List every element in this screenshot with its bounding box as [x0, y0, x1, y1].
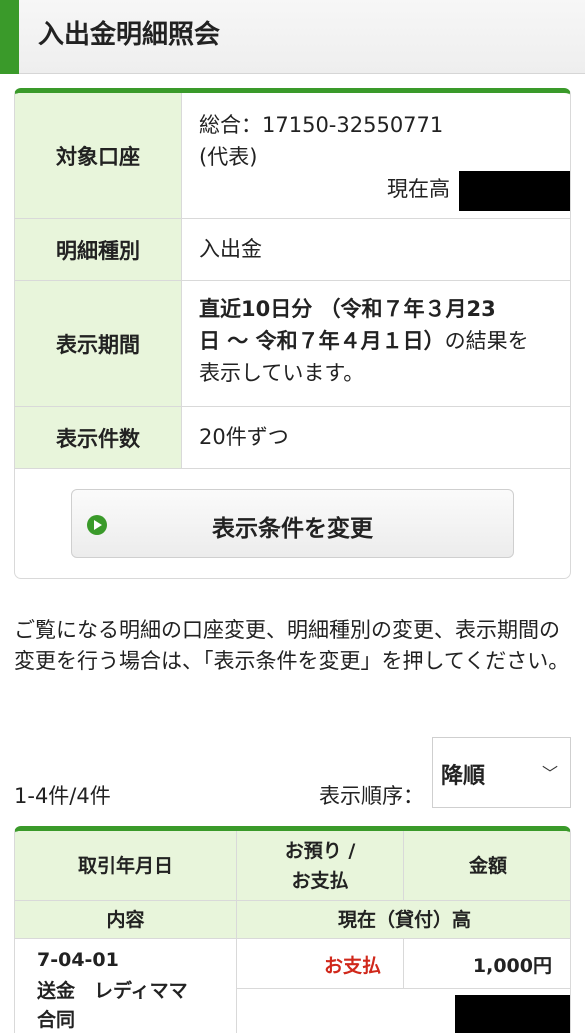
redacted-balance [459, 171, 570, 211]
transaction-description-line2: 合同 [37, 1009, 76, 1031]
column-header-type-line2: お支払 [291, 869, 349, 892]
account-label: 対象口座 [15, 93, 182, 218]
header-accent-bar [0, 0, 19, 74]
result-count: 1-4件/4件 [14, 784, 111, 808]
per-page-value: 20件ずつ [199, 425, 289, 449]
account-type: (代表) [199, 145, 258, 169]
table-row-amount-cell: 1,000円 [404, 939, 570, 989]
period-note: 表示しています。 [199, 361, 365, 385]
detail-type-row: 明細種別 入出金 [15, 219, 570, 281]
chevron-down-icon: ﹀ [541, 764, 558, 783]
redacted-row-balance [455, 995, 570, 1033]
table-row-type-cell: お支払 [237, 939, 404, 989]
table-row-content-cell: 7-04-01 送金 レディママ 合同 [15, 939, 237, 1033]
transaction-amount: 1,000円 [472, 955, 552, 977]
column-header-balance: 現在（貸付）高 [237, 901, 570, 939]
column-header-type: お預り / お支払 [237, 831, 404, 901]
column-header-date: 取引年月日 [15, 831, 237, 901]
detail-type-label: 明細種別 [15, 219, 182, 280]
conditions-panel: 対象口座 総合：17150-32550771 (代表) 現在高 明細種別 入出金… [14, 88, 571, 579]
period-label: 表示期間 [15, 281, 182, 406]
per-page-label: 表示件数 [15, 407, 182, 468]
sort-order-label: 表示順序： [319, 784, 424, 808]
per-page-row: 表示件数 20件ずつ [15, 407, 570, 469]
sort-order-value: 降順 [441, 764, 486, 789]
change-conditions-label: 表示条件を変更 [212, 516, 373, 542]
period-suffix: の結果を [444, 329, 529, 353]
column-header-content: 内容 [15, 901, 237, 939]
period-value: 直近10日分 （令和７年３月23 日 〜 令和７年４月１日）の結果を 表示してい… [199, 293, 559, 389]
page-title: 入出金明細照会 [38, 20, 221, 50]
period-range-line2: 日 〜 令和７年４月１日） [199, 329, 445, 353]
period-range-line1: 直近10日分 （令和７年３月23 [199, 297, 496, 321]
transaction-description: 送金 レディママ 合同 [37, 977, 227, 1033]
transaction-table: 取引年月日 お預り / お支払 金額 内容 現在（貸付）高 7-04-01 送金 … [14, 826, 571, 1033]
change-conditions-button[interactable]: 表示条件を変更 [71, 489, 514, 558]
period-row: 表示期間 直近10日分 （令和７年３月23 日 〜 令和７年４月１日）の結果を … [15, 281, 570, 407]
page-header: 入出金明細照会 [0, 0, 585, 74]
transaction-type: お支払 [323, 955, 381, 977]
account-number: 総合：17150-32550771 [199, 113, 444, 137]
balance-label: 現在高 [387, 177, 450, 201]
account-row: 対象口座 総合：17150-32550771 (代表) 現在高 [15, 93, 570, 219]
table-row-balance-cell [237, 989, 570, 1033]
transaction-date: 7-04-01 [37, 949, 119, 971]
column-header-type-line1: お預り / [284, 839, 356, 862]
detail-type-value: 入出金 [199, 237, 262, 261]
column-header-amount: 金額 [404, 831, 570, 901]
transaction-description-line1: 送金 レディママ [37, 980, 188, 1002]
instruction-note: ご覧になる明細の口座変更、明細種別の変更、表示期間の変更を行う場合は、「表示条件… [14, 618, 570, 673]
sort-order-select[interactable]: 降順 ﹀ [432, 737, 571, 808]
